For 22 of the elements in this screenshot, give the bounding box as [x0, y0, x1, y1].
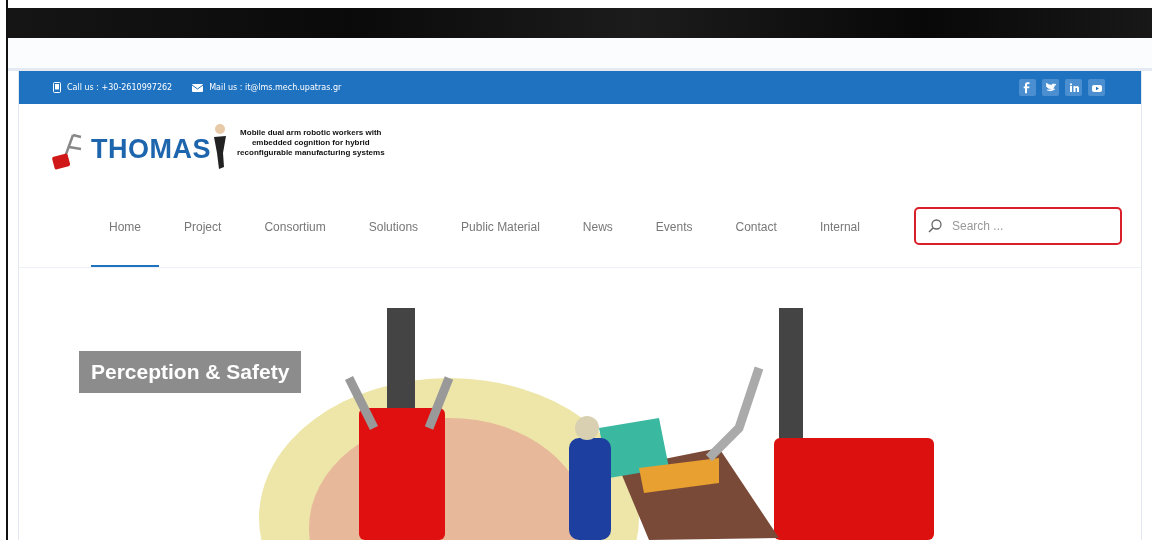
nav-link[interactable]: Contact	[717, 189, 795, 267]
logo-text[interactable]: THOMAS	[91, 135, 211, 163]
tagline: Mobile dual arm robotic workers with embedded cognition for hybrid reconfigurable manufacturing systems	[237, 127, 385, 158]
envelope-icon	[192, 83, 204, 92]
mail-text: Mail us : it@lms.mech.upatras.gr	[209, 83, 342, 92]
facebook-icon[interactable]	[1019, 79, 1036, 96]
nav-link[interactable]: Project	[166, 189, 240, 267]
nav-link[interactable]: Events	[637, 189, 711, 267]
search-icon	[928, 219, 942, 233]
slide-caption: Perception & Safety	[79, 351, 302, 393]
nav-link[interactable]: Internal	[801, 189, 878, 267]
twitter-icon[interactable]	[1042, 79, 1059, 96]
figure-icon	[211, 122, 227, 171]
phone-icon	[53, 82, 61, 93]
search-field[interactable]: Search ...	[914, 207, 1122, 245]
nav-link[interactable]: Public Material	[443, 189, 558, 267]
nav-link[interactable]: News	[564, 189, 631, 267]
phone-text: Call us : +30-2610997262	[67, 83, 173, 92]
linkedin-icon[interactable]	[1065, 79, 1082, 96]
nav-link[interactable]: Solutions	[350, 189, 437, 267]
nav-link[interactable]: Consortium	[246, 189, 344, 267]
youtube-icon[interactable]	[1088, 79, 1105, 96]
